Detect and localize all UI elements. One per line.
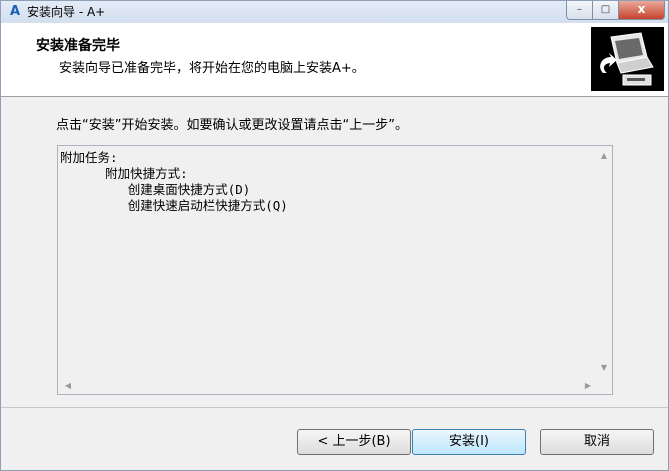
install-button[interactable]: 安装(I): [412, 429, 526, 455]
minimize-icon: –: [577, 4, 582, 15]
memo-line: 附加快捷方式:: [60, 166, 188, 181]
scroll-down-icon[interactable]: ▼: [596, 360, 612, 376]
wizard-content: 点击“安装”开始安装。如要确认或更改设置请点击“上一步”。 附加任务: 附加快捷…: [1, 97, 668, 407]
horizontal-scrollbar[interactable]: ◀ ▶: [58, 378, 596, 394]
memo-line: 附加任务:: [60, 150, 118, 165]
installer-logo-icon: [591, 27, 664, 91]
instruction-text: 点击“安装”开始安装。如要确认或更改设置请点击“上一步”。: [56, 118, 408, 133]
minimize-button[interactable]: –: [566, 1, 593, 20]
installer-window: A 安装向导 - A+ – □ x 安装准备完毕 安装向导已准备完毕，将开始在您…: [0, 0, 669, 471]
scrollbar-corner: [596, 378, 612, 394]
maximize-icon: □: [600, 4, 611, 15]
footer-divider: [1, 407, 668, 408]
app-icon: A: [9, 4, 21, 19]
close-button[interactable]: x: [618, 1, 665, 20]
window-title: 安装向导 - A+: [27, 5, 106, 19]
memo-line: 创建桌面快捷方式(D): [60, 182, 251, 197]
scroll-left-icon[interactable]: ◀: [60, 378, 76, 394]
scroll-up-icon[interactable]: ▲: [596, 148, 612, 164]
vertical-scrollbar[interactable]: ▲ ▼: [596, 146, 612, 376]
scroll-right-icon[interactable]: ▶: [580, 378, 596, 394]
memo-text: 附加任务: 附加快捷方式: 创建桌面快捷方式(D) 创建快速启动栏快捷方式(Q): [60, 150, 590, 378]
maximize-button[interactable]: □: [592, 1, 619, 20]
wizard-header: 安装准备完毕 安装向导已准备完毕，将开始在您的电脑上安装A+。: [1, 23, 668, 97]
memo-line: 创建快速启动栏快捷方式(Q): [60, 198, 288, 213]
cancel-button[interactable]: 取消: [540, 429, 654, 455]
back-button[interactable]: < 上一步(B): [297, 429, 411, 455]
title-bar[interactable]: A 安装向导 - A+ – □ x: [1, 1, 668, 23]
ready-memo-box[interactable]: 附加任务: 附加快捷方式: 创建桌面快捷方式(D) 创建快速启动栏快捷方式(Q)…: [57, 145, 613, 395]
page-subtitle: 安装向导已准备完毕，将开始在您的电脑上安装A+。: [59, 61, 365, 76]
page-title: 安装准备完毕: [36, 38, 120, 54]
close-icon: x: [637, 2, 646, 16]
